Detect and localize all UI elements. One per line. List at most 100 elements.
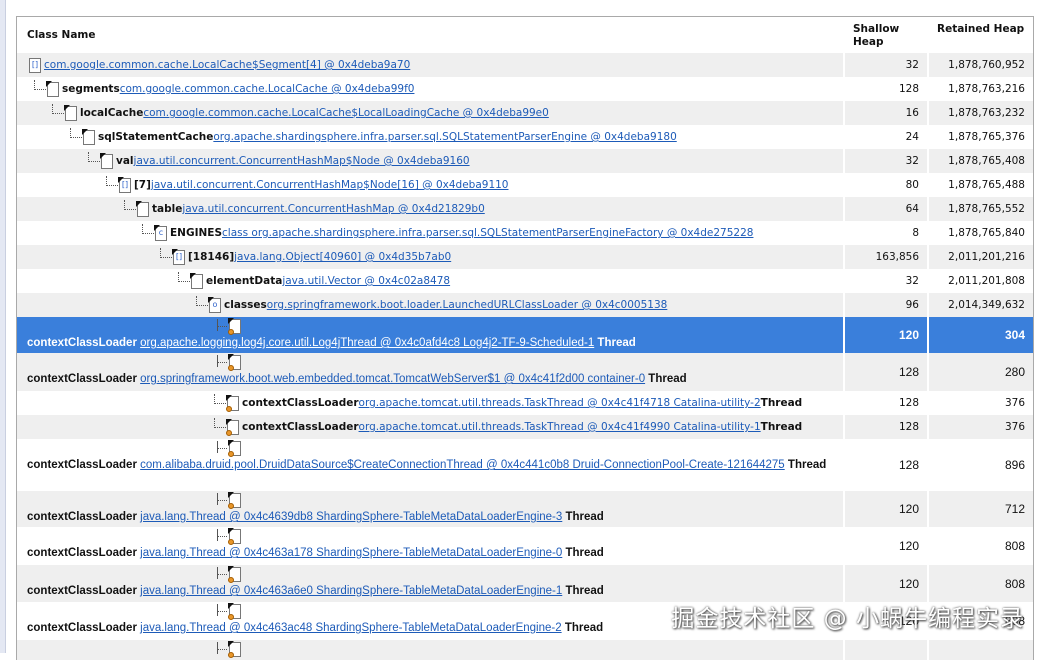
- object-link[interactable]: com.google.common.cache.LocalCache$Segme…: [44, 59, 410, 71]
- watermark: 掘金技术社区 @ 小蜗牛编程实录: [671, 606, 1024, 632]
- array-icon: []: [29, 57, 41, 73]
- row-text: contextClassLoader com.alibaba.druid.poo…: [27, 459, 826, 471]
- object-link[interactable]: java.lang.Thread @ 0x4c463a6e0 ShardingS…: [140, 585, 562, 597]
- table-row[interactable]: segments com.google.common.cache.LocalCa…: [17, 77, 1033, 101]
- retained-heap-cell: 376: [1004, 421, 1025, 433]
- table-row[interactable]: [] [7] java.util.concurrent.ConcurrentHas…: [17, 173, 1033, 197]
- table-row[interactable]: contextClassLoader org.apache.tomcat.uti…: [17, 415, 1033, 439]
- object-link[interactable]: org.apache.logging.log4j.core.util.Log4j…: [140, 337, 594, 349]
- field-name: classes: [224, 299, 267, 311]
- table-row[interactable]: contextClassLoader org.springframework.b…: [17, 353, 1033, 391]
- field-name: contextClassLoader: [27, 337, 137, 349]
- table-row[interactable]: o classes org.springframework.boot.loader…: [17, 293, 1033, 317]
- table-row[interactable]: contextClassLoader java.lang.Thread @ 0x…: [17, 565, 1033, 602]
- thread-object-icon: [228, 566, 241, 583]
- object-link[interactable]: java.lang.Object[40960] @ 0x4d35b7ab0: [234, 251, 451, 263]
- object-icon: [46, 80, 59, 97]
- table-row[interactable]: elementData java.util.Vector @ 0x4c02a84…: [17, 269, 1033, 293]
- tree-connector: [70, 128, 82, 138]
- table-row[interactable]: [] com.google.common.cache.LocalCache$Seg…: [17, 53, 1033, 77]
- table-row[interactable]: table java.util.concurrent.ConcurrentHas…: [17, 197, 1033, 221]
- class-name-cell: [] com.google.common.cache.LocalCache$Seg…: [17, 53, 845, 77]
- object-link[interactable]: com.google.common.cache.LocalCache @ 0x4…: [120, 83, 415, 95]
- tree-connector: [88, 152, 100, 162]
- object-link[interactable]: org.apache.shardingsphere.infra.parser.s…: [213, 131, 676, 143]
- table-row[interactable]: contextClassLoader java.lang.Thread @ 0x…: [17, 527, 1033, 565]
- object-link[interactable]: java.util.concurrent.ConcurrentHashMap @…: [182, 203, 484, 215]
- object-icon: [64, 104, 77, 121]
- shallow-heap-cell: 128: [845, 415, 929, 439]
- object-type-label: Thread: [597, 337, 636, 349]
- shallow-heap-cell: 120: [845, 317, 929, 353]
- field-name: ENGINES: [170, 227, 223, 239]
- shallow-heap-cell: 8: [845, 221, 929, 245]
- column-header-class-name[interactable]: Class Name: [17, 17, 845, 53]
- object-link[interactable]: java.lang.Thread @ 0x4c463ac48 ShardingS…: [140, 622, 561, 634]
- shallow-heap-cell: 128: [845, 77, 929, 101]
- retained-heap-cell: 896: [1004, 458, 1025, 472]
- class-icon: c: [154, 224, 167, 241]
- tree-node-line: [27, 492, 843, 511]
- class-name-cell: contextClassLoader java.lang.Thread @ 0x…: [17, 491, 845, 527]
- field-name: contextClassLoader: [27, 459, 137, 471]
- object-link[interactable]: java.lang.Thread @ 0x4c463a178 ShardingS…: [140, 547, 562, 559]
- class-name-cell: contextClassLoader com.alibaba.druid.poo…: [17, 439, 845, 491]
- thread-object-icon: [228, 440, 241, 457]
- object-link[interactable]: java.lang.Thread @ 0x4c4639db8 ShardingS…: [140, 511, 562, 523]
- column-header-shallow-heap[interactable]: Shallow Heap: [845, 17, 929, 53]
- class-name-cell: [] [7] java.util.concurrent.ConcurrentHas…: [17, 173, 845, 197]
- object-link[interactable]: java.util.concurrent.ConcurrentHashMap$N…: [134, 155, 470, 167]
- retained-heap-cell: 1,878,765,376: [948, 131, 1025, 143]
- table-row[interactable]: [] [18146] java.lang.Object[40960] @ 0x4d…: [17, 245, 1033, 269]
- tree-node-line: [27, 528, 843, 547]
- table-row[interactable]: localCache com.google.common.cache.Local…: [17, 101, 1033, 125]
- object-type-label: Thread: [648, 373, 687, 385]
- shallow-heap-cell: 128: [845, 353, 929, 391]
- table-row[interactable]: val java.util.concurrent.ConcurrentHashM…: [17, 149, 1033, 173]
- shallow-heap-cell: 120: [845, 491, 929, 527]
- class-name-cell: val java.util.concurrent.ConcurrentHashM…: [17, 149, 845, 173]
- object-link[interactable]: org.springframework.boot.web.embedded.to…: [140, 373, 645, 385]
- object-link[interactable]: class org.apache.shardingsphere.infra.pa…: [222, 227, 753, 239]
- class-name-cell: contextClassLoader org.apache.logging.lo…: [17, 317, 845, 353]
- object-link[interactable]: java.util.Vector @ 0x4c02a8478: [282, 275, 450, 287]
- field-name: elementData: [206, 275, 283, 287]
- thread-object-icon: [226, 394, 239, 412]
- field-name: [18146]: [188, 251, 235, 263]
- table-row[interactable]: contextClassLoader com.alibaba.druid.poo…: [17, 439, 1033, 491]
- object-link[interactable]: org.springframework.boot.loader.Launched…: [267, 299, 668, 311]
- object-link[interactable]: com.google.common.cache.LocalCache$Local…: [143, 107, 548, 119]
- object-type-label: Thread: [565, 547, 604, 559]
- table-row[interactable]: sqlStatementCache org.apache.shardingsph…: [17, 125, 1033, 149]
- retained-heap-cell: 712: [1004, 502, 1025, 516]
- table-row[interactable]: c ENGINES class org.apache.shardingsphere…: [17, 221, 1033, 245]
- object-icon: [136, 200, 149, 217]
- class-name-cell: [] [18146] java.lang.Object[40960] @ 0x4d…: [17, 245, 845, 269]
- table-row[interactable]: contextClassLoader org.apache.logging.lo…: [17, 317, 1033, 353]
- table-row[interactable]: contextClassLoader java.lang.Thread @ 0x…: [17, 491, 1033, 527]
- tree-connector: [106, 176, 118, 186]
- class-name-cell: c ENGINES class org.apache.shardingsphere…: [17, 221, 845, 245]
- class-name-cell: table java.util.concurrent.ConcurrentHas…: [17, 197, 845, 221]
- retained-heap-cell: 1,878,765,488: [948, 179, 1025, 191]
- retained-heap-cell: 2,011,201,808: [948, 275, 1025, 287]
- retained-heap-cell: 280: [1004, 365, 1025, 379]
- object-type-label: Thread: [564, 622, 604, 634]
- retained-heap-cell: 1,878,760,952: [948, 59, 1025, 71]
- object-type-label: Thread: [760, 397, 803, 409]
- tree-connector: [142, 224, 154, 234]
- classloader-icon: o: [208, 296, 221, 313]
- object-link[interactable]: java.util.concurrent.ConcurrentHashMap$N…: [151, 179, 509, 191]
- class-name-cell: sqlStatementCache org.apache.shardingsph…: [17, 125, 845, 149]
- table-row[interactable]: contextClassLoader org.apache.tomcat.uti…: [17, 391, 1033, 415]
- table-body: [] com.google.common.cache.LocalCache$Seg…: [17, 53, 1033, 660]
- retained-heap-cell: 1,878,763,232: [948, 107, 1025, 119]
- table-row[interactable]: [17, 640, 1033, 660]
- column-header-retained-heap[interactable]: Retained Heap: [929, 17, 1033, 53]
- object-link[interactable]: org.apache.tomcat.util.threads.TaskThrea…: [359, 397, 761, 409]
- tree-node-line: [27, 566, 843, 585]
- object-link[interactable]: org.apache.tomcat.util.threads.TaskThrea…: [359, 421, 761, 433]
- field-name: table: [152, 203, 183, 215]
- shallow-heap-cell: 163,856: [845, 245, 929, 269]
- object-link[interactable]: com.alibaba.druid.pool.DruidDataSource$C…: [140, 459, 785, 471]
